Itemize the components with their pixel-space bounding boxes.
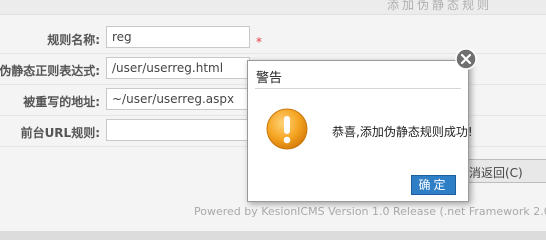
page-title: 添加伪静态规则 [386, 0, 492, 12]
frontend-url-input[interactable] [106, 119, 250, 141]
footer-powered-by: Powered by KesionICMS Version 1.0 Releas… [194, 205, 546, 218]
rule-name-label: 规则名称: [47, 33, 100, 47]
close-icon[interactable] [455, 48, 477, 70]
dialog-message: 恭喜,添加伪静态规则成功! [332, 125, 473, 139]
dialog-title: 警告 [256, 71, 283, 86]
regex-label: 伪静态正则表达式: [0, 64, 100, 78]
frontend-url-label: 前台URL规则: [20, 126, 100, 140]
rewrite-url-label: 被重写的地址: [23, 95, 100, 109]
page-header: 添加伪静态规则 [0, 0, 546, 15]
rule-name-input[interactable]: reg [106, 26, 250, 48]
regex-input[interactable]: /user/userreg.html [106, 57, 250, 79]
cancel-return-button[interactable]: 消返回(C) [458, 159, 546, 183]
rewrite-url-input[interactable]: ~/user/userreg.aspx [106, 88, 250, 110]
required-mark: * [256, 35, 262, 49]
ok-button[interactable]: 确定 [411, 175, 456, 195]
warning-exclamation-icon [266, 108, 308, 150]
dialog-divider [255, 88, 461, 89]
